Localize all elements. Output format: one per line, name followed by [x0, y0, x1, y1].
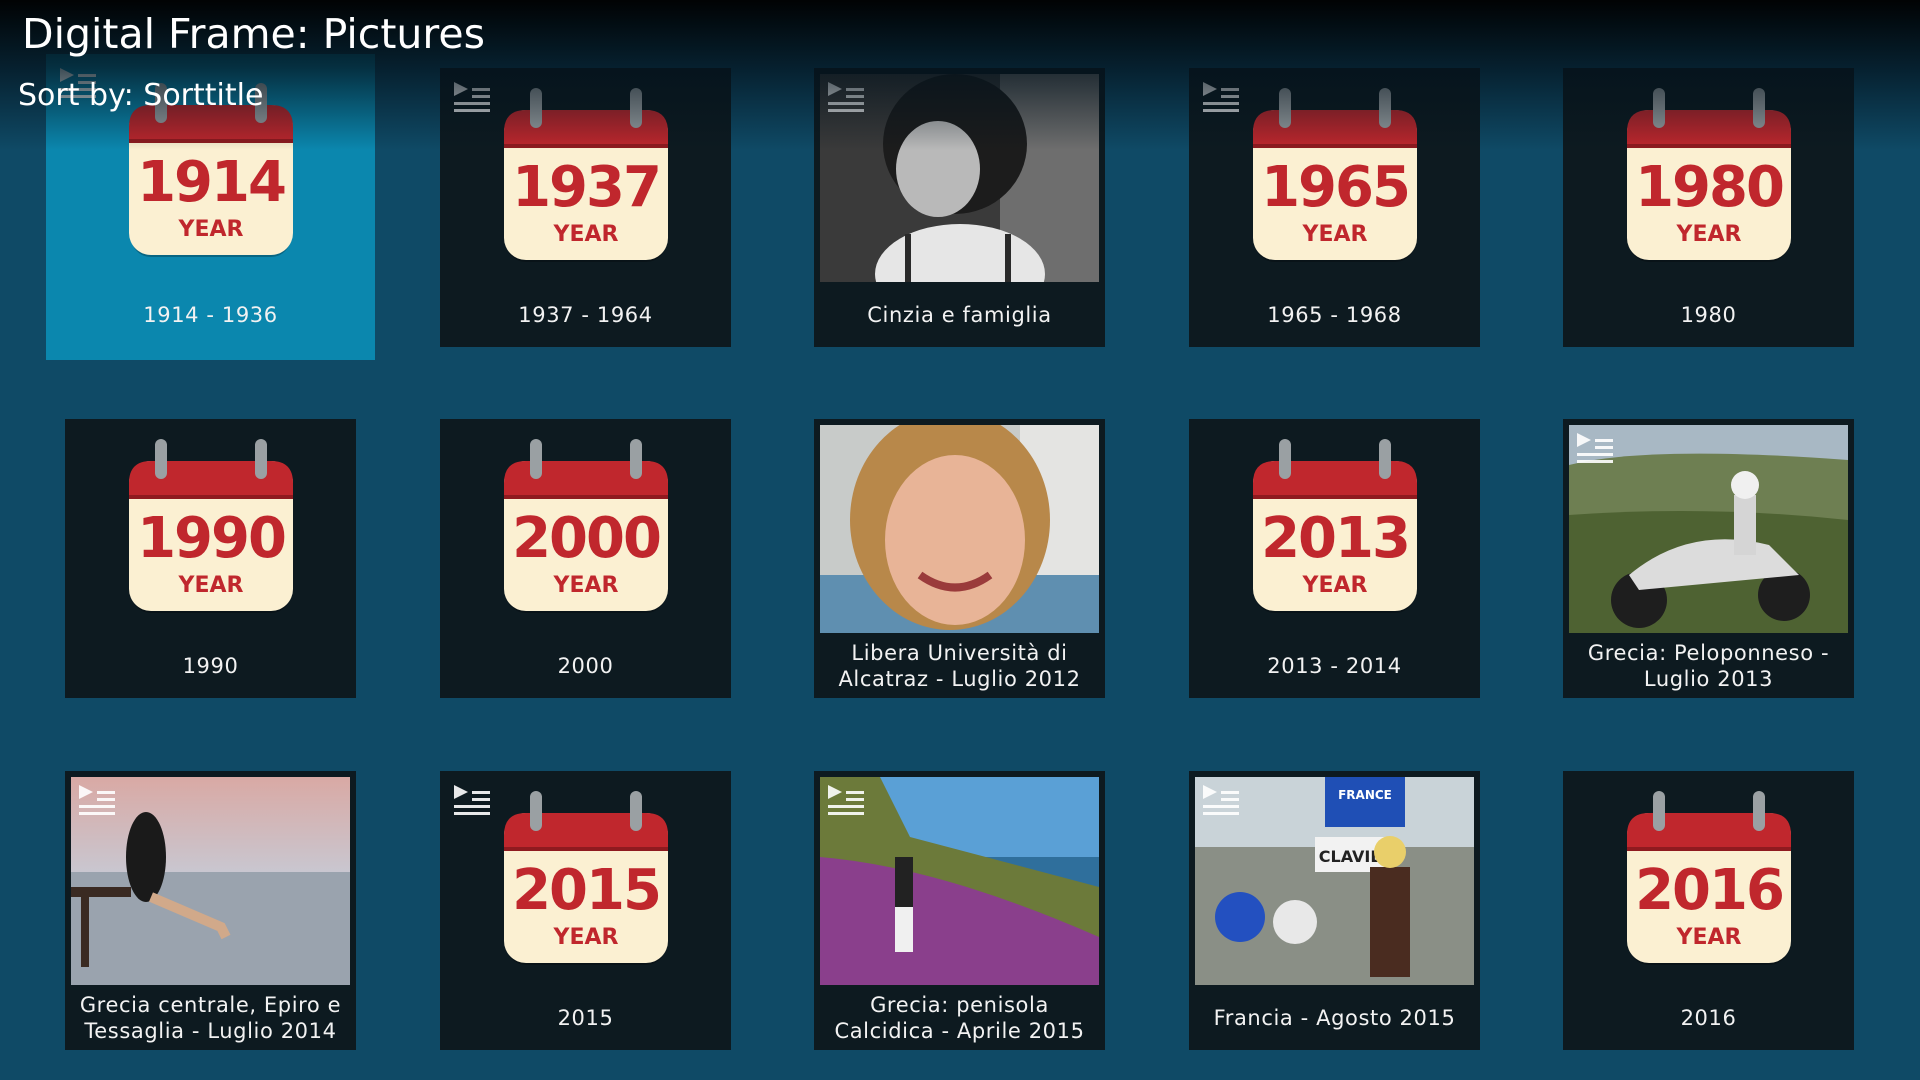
tile-thumbnail: 1980 YEAR	[1569, 74, 1848, 282]
calendar-word: YEAR	[552, 573, 618, 598]
media-tile[interactable]: 1937 YEAR 1937 - 1964	[440, 68, 731, 347]
tile-label: 2015	[557, 1005, 614, 1030]
tile-label: 2000	[557, 653, 614, 678]
calendar-year: 2000	[512, 506, 660, 571]
calendar-year: 1937	[512, 155, 660, 220]
media-tile[interactable]: 1990 YEAR 1990	[65, 419, 356, 698]
calendar-word: YEAR	[1675, 925, 1741, 950]
media-tile[interactable]: 2013 YEAR 2013 - 2014	[1189, 419, 1480, 698]
calendar-word: YEAR	[177, 217, 243, 242]
slideshow-icon	[454, 82, 490, 112]
tile-label: Grecia: penisola Calcidica - Aprile 2015	[834, 992, 1085, 1043]
media-tile[interactable]: 2000 YEAR 2000	[440, 419, 731, 698]
media-tile[interactable]: 2015 YEAR 2015	[440, 771, 731, 1050]
tile-label: 1980	[1680, 302, 1737, 327]
media-grid: 1914 YEAR 1914 - 1936 1937 YEAR 1937 - 1964 Ci…	[0, 0, 1920, 1080]
slideshow-icon	[1203, 785, 1239, 815]
tile-thumbnail: 2013 YEAR	[1195, 425, 1474, 633]
sort-label[interactable]: Sort by: Sorttitle	[18, 78, 263, 113]
tile-label: Francia - Agosto 2015	[1213, 1005, 1456, 1030]
calendar-word: YEAR	[1301, 573, 1367, 598]
slideshow-icon	[1203, 82, 1239, 112]
tile-label: 1990	[182, 653, 239, 678]
calendar-icon: 2015YEAR	[503, 791, 668, 965]
calendar-year: 2013	[1261, 506, 1409, 571]
calendar-icon: 2000YEAR	[503, 439, 668, 613]
calendar-word: YEAR	[1675, 222, 1741, 247]
media-tile[interactable]: Cinzia e famiglia	[814, 68, 1105, 347]
media-tile[interactable]: 1965 YEAR 1965 - 1968	[1189, 68, 1480, 347]
tile-label: 2013 - 2014	[1267, 653, 1402, 678]
tile-label: Grecia centrale, Epiro e Tessaglia - Lug…	[79, 992, 342, 1043]
media-tile[interactable]: FRANCE CLAVIE Francia - Agosto 2015	[1189, 771, 1480, 1050]
calendar-icon: 2016YEAR	[1626, 791, 1791, 965]
tile-thumbnail: 1990 YEAR	[71, 425, 350, 633]
tile-label: Libera Università di Alcatraz - Luglio 2…	[838, 640, 1081, 691]
calendar-icon: 1990YEAR	[128, 439, 293, 613]
tile-label: 1937 - 1964	[518, 302, 653, 327]
calendar-year: 2015	[512, 858, 660, 923]
calendar-icon: 2013YEAR	[1252, 439, 1417, 613]
photo-smiling-child	[820, 425, 1099, 633]
svg-text:CLAVIE: CLAVIE	[1319, 847, 1382, 866]
calendar-word: YEAR	[552, 925, 618, 950]
media-tile[interactable]: 1980 YEAR 1980	[1563, 68, 1854, 347]
tile-thumbnail: 2016 YEAR	[1569, 777, 1848, 985]
calendar-icon: 1937YEAR	[503, 88, 668, 262]
tile-label: Cinzia e famiglia	[867, 302, 1052, 327]
slideshow-icon	[79, 785, 115, 815]
tile-label: 1914 - 1936	[143, 302, 278, 327]
calendar-year: 2016	[1635, 858, 1783, 923]
tile-label: 2016	[1680, 1005, 1737, 1030]
page-title: Digital Frame: Pictures	[22, 10, 485, 58]
calendar-year: 1980	[1635, 155, 1783, 220]
calendar-year: 1990	[137, 506, 285, 571]
calendar-word: YEAR	[1301, 222, 1367, 247]
slideshow-icon	[454, 785, 490, 815]
media-tile[interactable]: Grecia centrale, Epiro e Tessaglia - Lug…	[65, 771, 356, 1050]
calendar-year: 1965	[1261, 155, 1409, 220]
calendar-year: 1914	[137, 150, 285, 215]
tile-label: 1965 - 1968	[1267, 302, 1402, 327]
tile-label: Grecia: Peloponneso - Luglio 2013	[1587, 640, 1830, 691]
media-tile[interactable]: Libera Università di Alcatraz - Luglio 2…	[814, 419, 1105, 698]
calendar-icon: 1965YEAR	[1252, 88, 1417, 262]
calendar-word: YEAR	[552, 222, 618, 247]
slideshow-icon	[828, 82, 864, 112]
svg-text:FRANCE: FRANCE	[1338, 788, 1392, 802]
tile-thumbnail: 2000 YEAR	[446, 425, 725, 633]
media-tile[interactable]: 2016 YEAR 2016	[1563, 771, 1854, 1050]
media-tile[interactable]: Grecia: penisola Calcidica - Aprile 2015	[814, 771, 1105, 1050]
calendar-icon: 1980YEAR	[1626, 88, 1791, 262]
slideshow-icon	[828, 785, 864, 815]
calendar-word: YEAR	[177, 573, 243, 598]
tile-thumbnail	[820, 425, 1099, 633]
media-tile[interactable]: Grecia: Peloponneso - Luglio 2013	[1563, 419, 1854, 698]
slideshow-icon	[1577, 433, 1613, 463]
